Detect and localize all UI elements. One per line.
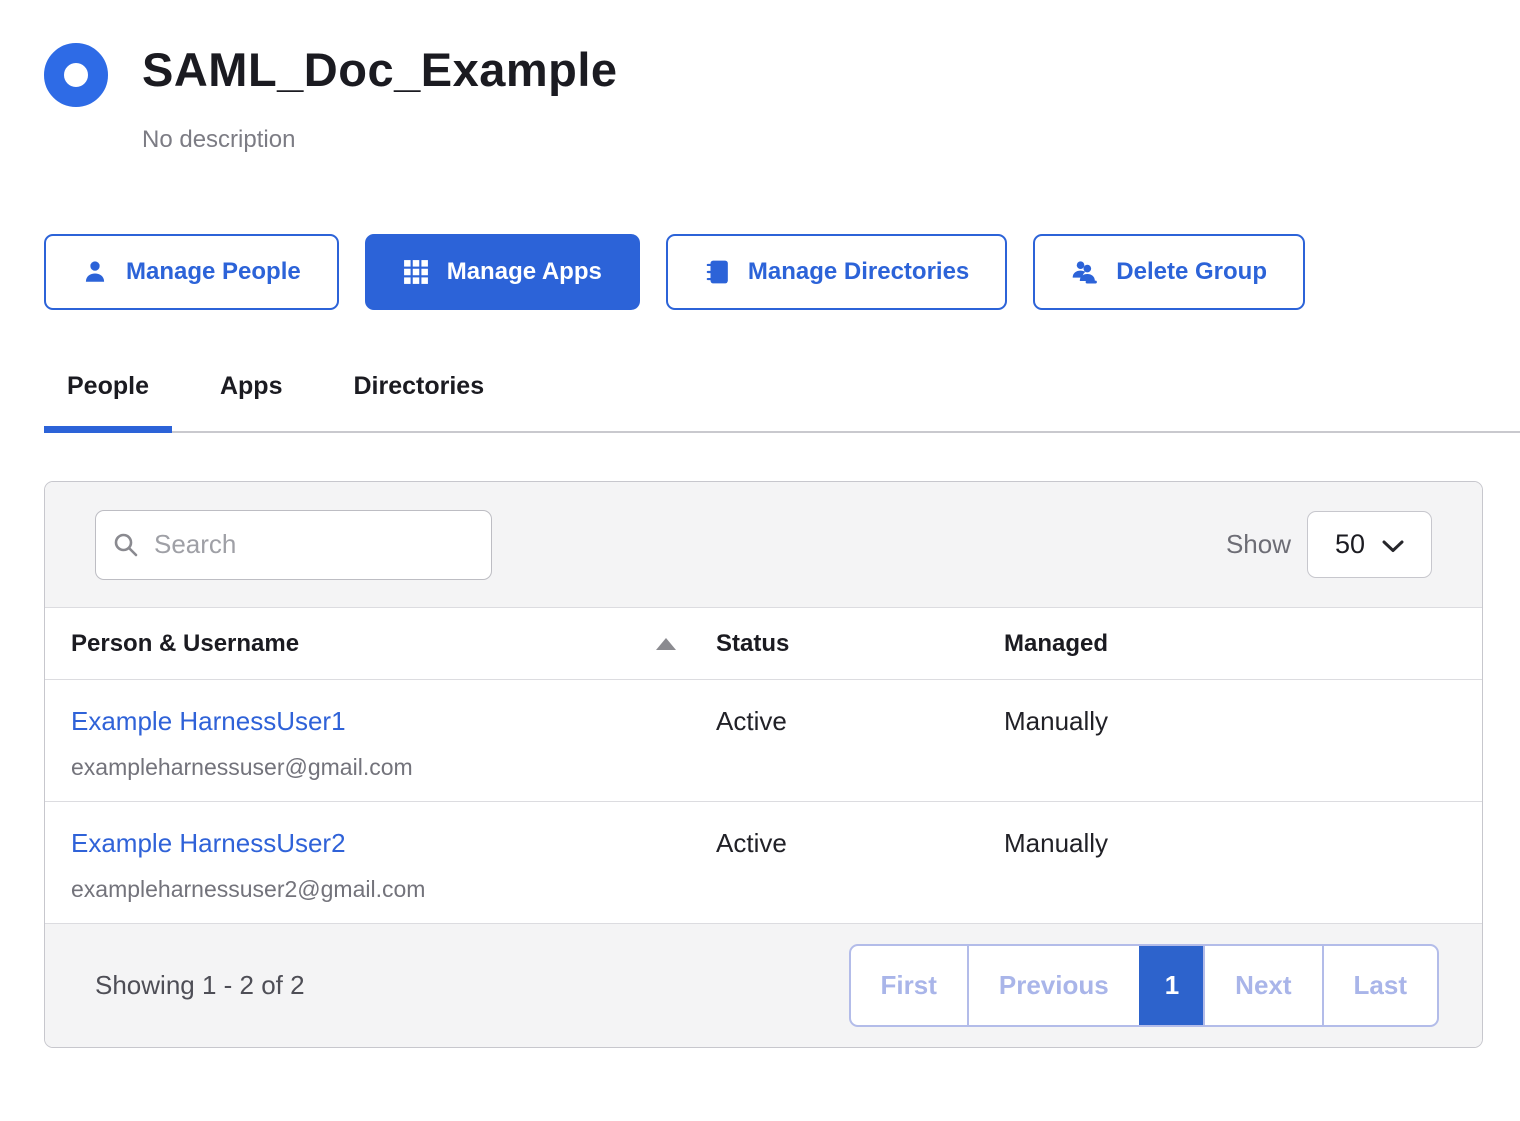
- person-icon: [82, 259, 108, 285]
- user-email: exampleharnessuser2@gmail.com: [71, 876, 690, 903]
- tab-label: People: [67, 372, 149, 400]
- user-link[interactable]: Example HarnessUser1: [71, 706, 346, 737]
- page-size-value: 50: [1335, 529, 1365, 560]
- grid-icon: [403, 259, 429, 285]
- group-header-text: SAML_Doc_Example No description: [142, 42, 618, 154]
- search-box: [95, 510, 492, 580]
- show-label: Show: [1226, 529, 1291, 560]
- column-label: Managed: [1004, 630, 1108, 657]
- sort-ascending-icon: [656, 638, 676, 650]
- group-detail-page: SAML_Doc_Example No description Manage P…: [0, 0, 1520, 1048]
- people-table-panel: Show 50 Person & Username Status Managed: [44, 481, 1483, 1048]
- page-size-control: Show 50: [1226, 511, 1432, 578]
- tab-people[interactable]: People: [44, 372, 172, 431]
- pagination-first[interactable]: First: [851, 946, 967, 1025]
- directory-icon: [704, 259, 730, 285]
- button-label: Manage Apps: [447, 258, 602, 286]
- tab-bar: People Apps Directories: [44, 372, 1520, 433]
- group-header: SAML_Doc_Example No description: [44, 42, 1483, 154]
- user-email: exampleharnessuser@gmail.com: [71, 754, 690, 781]
- managed-cell: Manually: [978, 828, 1482, 859]
- table-footer: Showing 1 - 2 of 2 First Previous 1 Next…: [45, 924, 1482, 1047]
- status-cell: Active: [690, 828, 978, 859]
- group-description: No description: [142, 126, 618, 154]
- tab-apps[interactable]: Apps: [197, 372, 306, 431]
- tab-label: Directories: [353, 372, 484, 400]
- pagination: First Previous 1 Next Last: [849, 944, 1439, 1027]
- pagination-previous[interactable]: Previous: [967, 946, 1139, 1025]
- user-link[interactable]: Example HarnessUser2: [71, 828, 346, 859]
- tab-label: Apps: [220, 372, 283, 400]
- column-label: Status: [716, 630, 789, 657]
- chevron-down-icon: [1382, 540, 1404, 553]
- status-cell: Active: [690, 706, 978, 737]
- page-size-select[interactable]: 50: [1307, 511, 1432, 578]
- managed-cell: Manually: [978, 706, 1482, 737]
- table-toolbar: Show 50: [45, 482, 1482, 608]
- search-input[interactable]: [95, 510, 492, 580]
- button-label: Delete Group: [1116, 258, 1267, 286]
- action-buttons-row: Manage People Manage Apps Manage Directo…: [44, 234, 1483, 310]
- group-icon: [44, 43, 108, 107]
- pagination-page-1[interactable]: 1: [1139, 946, 1203, 1025]
- column-header-managed[interactable]: Managed: [978, 630, 1482, 658]
- user-remove-icon: [1071, 259, 1098, 286]
- results-summary: Showing 1 - 2 of 2: [95, 970, 305, 1001]
- table-row: Example HarnessUser1 exampleharnessuser@…: [45, 680, 1482, 802]
- delete-group-button[interactable]: Delete Group: [1033, 234, 1305, 310]
- button-label: Manage Directories: [748, 258, 969, 286]
- page-title: SAML_Doc_Example: [142, 42, 618, 98]
- column-header-status[interactable]: Status: [690, 630, 978, 658]
- table-row: Example HarnessUser2 exampleharnessuser2…: [45, 802, 1482, 924]
- person-cell: Example HarnessUser2 exampleharnessuser2…: [45, 828, 690, 903]
- tab-directories[interactable]: Directories: [330, 372, 507, 431]
- manage-directories-button[interactable]: Manage Directories: [666, 234, 1007, 310]
- column-label: Person & Username: [71, 630, 299, 658]
- manage-apps-button[interactable]: Manage Apps: [365, 234, 640, 310]
- column-header-person-username[interactable]: Person & Username: [45, 630, 690, 658]
- search-icon: [112, 531, 140, 559]
- table-header-row: Person & Username Status Managed: [45, 608, 1482, 680]
- button-label: Manage People: [126, 258, 301, 286]
- pagination-last[interactable]: Last: [1322, 946, 1437, 1025]
- person-cell: Example HarnessUser1 exampleharnessuser@…: [45, 706, 690, 781]
- manage-people-button[interactable]: Manage People: [44, 234, 339, 310]
- pagination-next[interactable]: Next: [1203, 946, 1321, 1025]
